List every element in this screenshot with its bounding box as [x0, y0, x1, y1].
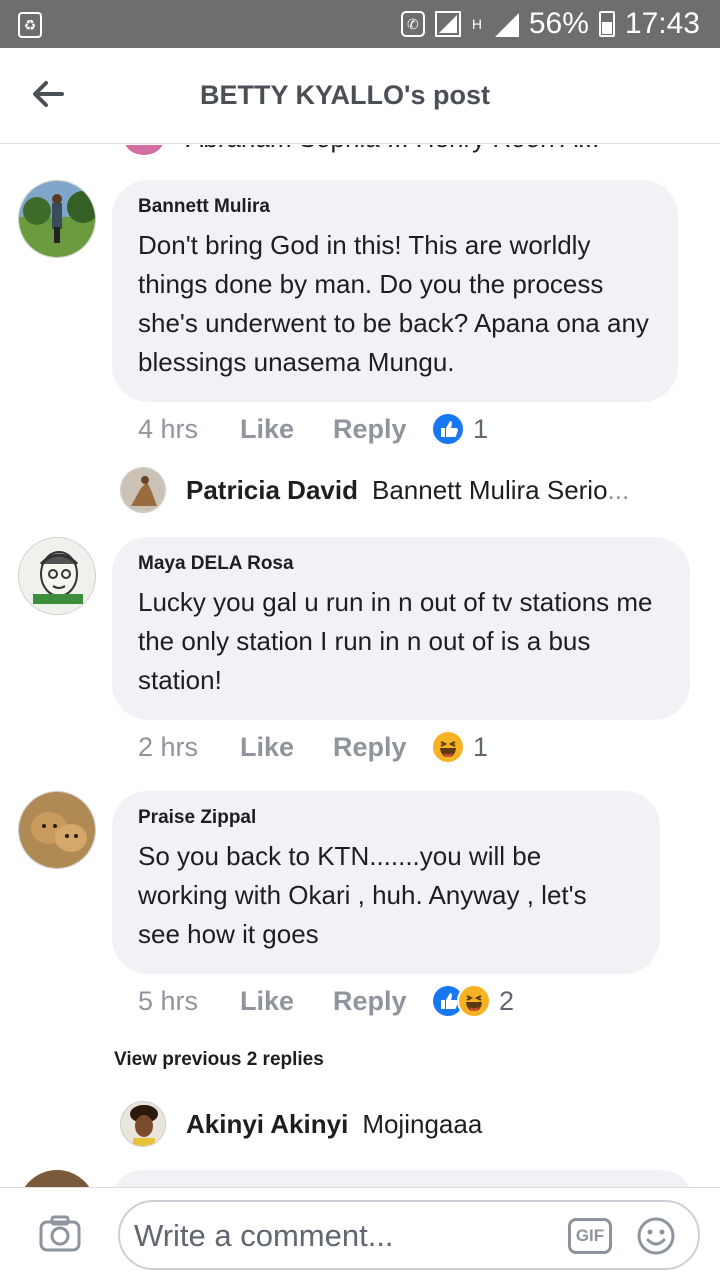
reply-button[interactable]: Reply	[333, 732, 431, 763]
comment-author[interactable]: Bannett Mulira	[138, 196, 652, 218]
partial-reply-text: Abraham Sophia ... Henry Roon A...	[186, 145, 599, 154]
like-button[interactable]: Like	[240, 414, 333, 445]
comment-author[interactable]: Maya DELA Rosa	[138, 553, 664, 575]
reply-preview[interactable]: Patricia David Bannett Mulira Serio ...	[120, 467, 629, 513]
comment-time[interactable]: 5 hrs	[138, 986, 240, 1017]
avatar[interactable]	[18, 1170, 96, 1187]
reply-preview[interactable]: Akinyi Akinyi Mojingaaa	[120, 1101, 482, 1147]
like-button[interactable]: Like	[240, 986, 333, 1017]
avatar[interactable]	[120, 467, 166, 513]
comment-actions: 4 hrs Like Reply 1	[138, 412, 488, 446]
comment-input[interactable]: Write a comment... GIF	[118, 1200, 700, 1270]
comment-author[interactable]: Praise Zippal	[138, 807, 634, 829]
camera-icon[interactable]	[38, 1214, 82, 1254]
sim-signal-icon	[434, 11, 461, 37]
avatar[interactable]	[18, 180, 96, 258]
avatar[interactable]	[18, 537, 96, 615]
reply-text: Bannett Mulira Serio	[371, 474, 608, 505]
view-previous-replies-link[interactable]: View previous 2 replies	[114, 1049, 324, 1071]
comment-input-placeholder: Write a comment...	[134, 1218, 394, 1253]
battery-percent: 56%	[528, 7, 589, 40]
reply-author[interactable]: Patricia David	[186, 475, 358, 506]
comment-text: So you back to KTN.......you will be wor…	[138, 841, 587, 949]
back-arrow-icon[interactable]	[28, 74, 68, 114]
reply-ellipsis: ...	[607, 474, 630, 505]
like-button[interactable]: Like	[240, 732, 333, 763]
comment-actions: 5 hrs Like Reply 2	[138, 984, 514, 1018]
reaction-count: 1	[473, 731, 489, 762]
reply-button[interactable]: Reply	[333, 986, 431, 1017]
status-bar: ♻ ✆ H 56% 17:43	[0, 0, 720, 48]
page-title: BETTY KYALLO's post	[200, 80, 490, 110]
recycle-icon: ♻	[18, 12, 42, 38]
reactions-summary[interactable]: 1	[431, 412, 488, 446]
comment-time[interactable]: 4 hrs	[138, 414, 240, 445]
emoji-icon[interactable]	[636, 1216, 676, 1256]
avatar[interactable]	[124, 145, 164, 155]
comments-feed[interactable]: Abraham Sophia ... Henry Roon A... Banne…	[0, 145, 720, 1187]
comment-composer: Write a comment... GIF	[0, 1187, 720, 1280]
comment-text: Don't bring God in this! This are worldl…	[138, 230, 649, 377]
comment-text: Lucky you gal u run in n out of tv stati…	[138, 587, 653, 695]
avatar[interactable]	[18, 791, 96, 869]
battery-icon	[598, 11, 615, 37]
network-type-icon: H	[471, 16, 482, 32]
haha-reaction-icon	[457, 984, 491, 1018]
header-bar: BETTY KYALLO's post	[0, 48, 720, 144]
reply-button[interactable]: Reply	[333, 414, 431, 445]
comment-bubble[interactable]: Praise Zippal So you back to KTN.......y…	[112, 791, 660, 974]
avatar[interactable]	[120, 1101, 166, 1147]
reactions-summary[interactable]: 2	[431, 984, 514, 1018]
comment-time[interactable]: 2 hrs	[138, 732, 240, 763]
status-icons: ✆ H 56% 17:43	[400, 0, 700, 48]
app-root: ♻ ✆ H 56% 17:43 BETTY KYALLO's post Abra…	[0, 0, 720, 1280]
comment-actions: 2 hrs Like Reply 1	[138, 730, 488, 764]
comment-bubble[interactable]: Maya DELA Rosa Lucky you gal u run in n …	[112, 537, 690, 720]
reactions-summary[interactable]: 1	[431, 730, 488, 764]
reaction-count: 1	[473, 413, 489, 444]
reply-text: Mojingaaa	[362, 1108, 483, 1139]
comment-bubble[interactable]	[112, 1170, 692, 1187]
reaction-count: 2	[499, 985, 515, 1016]
clock: 17:43	[624, 7, 700, 40]
reply-author[interactable]: Akinyi Akinyi	[186, 1109, 348, 1140]
phone-icon: ✆	[400, 11, 425, 37]
cell-signal-icon	[493, 11, 519, 37]
comment-bubble[interactable]: Bannett Mulira Don't bring God in this! …	[112, 180, 678, 402]
partial-reply-row: Abraham Sophia ... Henry Roon A...	[124, 145, 684, 157]
haha-reaction-icon	[431, 730, 465, 764]
gif-button[interactable]: GIF	[568, 1218, 612, 1254]
like-reaction-icon	[431, 412, 465, 446]
